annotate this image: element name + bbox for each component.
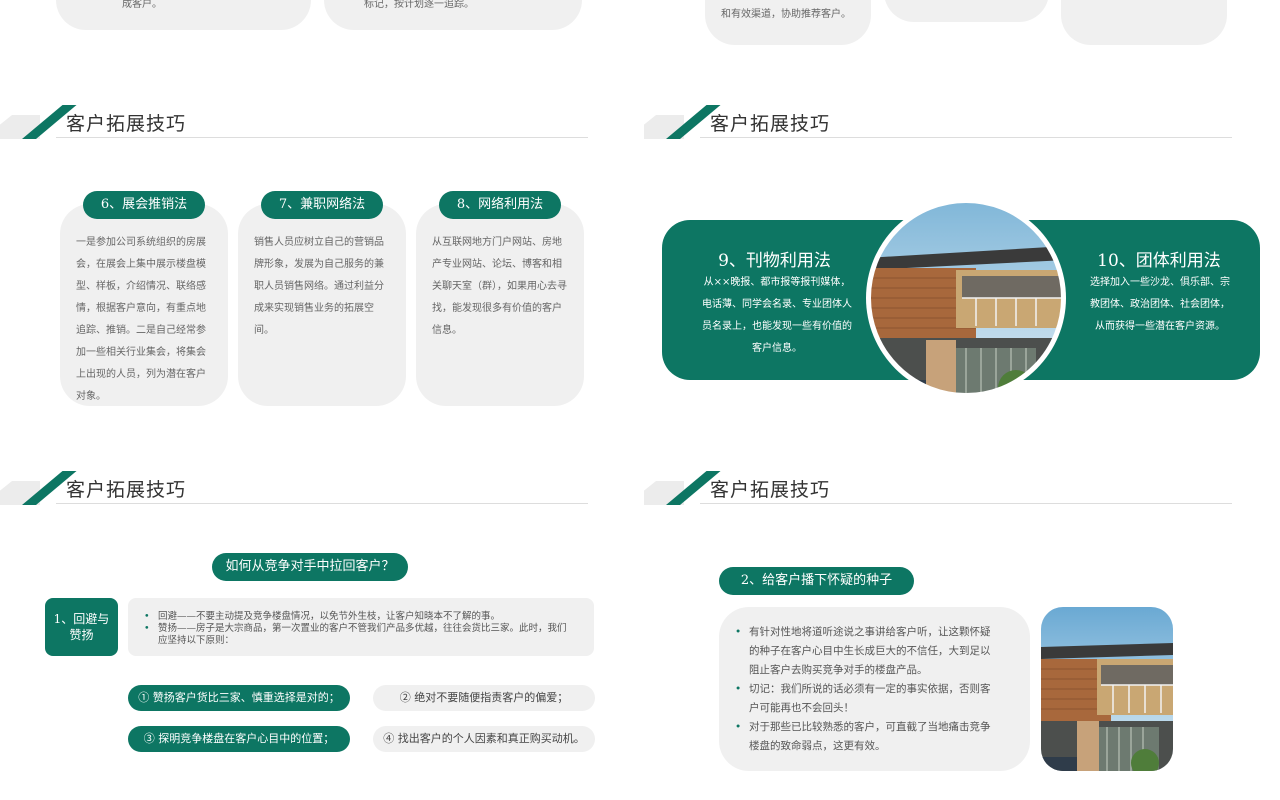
publication-body: 从××晚报、都市报等报刊媒体，电话薄、同学会名录、专业团体人员名录上，也能发现一… (702, 277, 852, 354)
method-tag-8: 8、网络利用法 (439, 191, 561, 219)
section-title: 客户拓展技巧 (66, 113, 187, 135)
building-photo-circle (866, 198, 1066, 398)
doubt-seed-tag: 2、给客户播下怀疑的种子 (719, 567, 914, 595)
publication-title: 9、刊物利用法 (718, 251, 831, 271)
top-left-card-1: 成客户。 (56, 0, 311, 30)
section-header-2: 客户拓展技巧 (644, 105, 1234, 145)
top-right-card-3 (1061, 0, 1227, 45)
principle-option-1: ① 赞扬客户货比三家、慎重选择是对的； (128, 685, 350, 711)
doubt-seed-card: 有针对性地将道听途说之事讲给客户听，让这颗怀疑的种子在客户心目中生长成巨大的不信… (719, 607, 1030, 771)
method-card-body: 销售人员应树立自己的营销品牌形象，发展为自己服务的兼职人员销售网络。通过利益分成… (254, 237, 384, 336)
section-title: 客户拓展技巧 (710, 479, 831, 501)
principle-option-4: ④ 找出客户的个人因素和真正购买动机。 (373, 726, 595, 752)
top-left-card-2-text: 标记，按计划逐一追踪。 (364, 0, 474, 10)
method-tag-7: 7、兼职网络法 (261, 191, 383, 219)
group-title: 10、团体利用法 (1097, 251, 1221, 271)
list-item: 回避——不要主动提及竞争楼盘情况，以免节外生枝，让客户知晓本不了解的事。 (144, 611, 574, 623)
group-body: 选择加入一些沙龙、俱乐部、宗教团体、政治团体、社会团体，从而获得一些潜在客户资源… (1090, 277, 1230, 332)
list-item: 切记：我们所说的话必须有一定的事实依据，否则客户可能再也不会回头！ (735, 680, 997, 718)
top-right-card-1: 和有效渠道，协助推荐客户。 (705, 0, 871, 45)
method-card-7: 销售人员应树立自己的营销品牌形象，发展为自己服务的兼职人员销售网络。通过利益分成… (238, 204, 406, 406)
section-title: 客户拓展技巧 (66, 479, 187, 501)
tag-avoid-and-praise: 1、回避与赞扬 (45, 598, 118, 656)
method-tag-6: 6、展会推销法 (83, 191, 205, 219)
avoid-praise-box: 回避——不要主动提及竞争楼盘情况，以免节外生枝，让客户知晓本不了解的事。 赞扬—… (128, 598, 594, 656)
method-card-body: 从互联网地方门户网站、房地产专业网站、论坛、博客和相关聊天室（群），如果用心去寻… (432, 237, 567, 336)
doubt-seed-list: 有针对性地将道听途说之事讲给客户听，让这颗怀疑的种子在客户心目中生长成巨大的不信… (735, 623, 997, 756)
method-card-6: 一是参加公司系统组织的房展会，在展会上集中展示楼盘模型、样板，介绍情况、联络感情… (60, 204, 228, 406)
top-left-card-1-text: 成客户。 (122, 0, 162, 10)
list-item: 有针对性地将道听途说之事讲给客户听，让这颗怀疑的种子在客户心目中生长成巨大的不信… (735, 623, 997, 680)
section-header-3: 客户拓展技巧 (0, 471, 590, 511)
top-right-card-2 (884, 0, 1049, 22)
principle-option-3: ③ 探明竞争楼盘在客户心目中的位置； (128, 726, 350, 752)
avoid-praise-list: 回避——不要主动提及竞争楼盘情况，以免节外生枝，让客户知晓本不了解的事。 赞扬—… (144, 611, 574, 647)
section-header-1: 客户拓展技巧 (0, 105, 590, 145)
section-title: 客户拓展技巧 (710, 113, 831, 135)
building-illustration (867, 199, 1065, 397)
list-item: 赞扬——房子是大宗商品，第一次置业的客户不管我们产品多优越，往往会货比三家。此时… (144, 623, 574, 647)
building-photo-rounded (1041, 607, 1173, 771)
section-header-4: 客户拓展技巧 (644, 471, 1234, 511)
top-right-card-1-text: 和有效渠道，协助推荐客户。 (721, 9, 851, 20)
list-item: 对于那些已比较熟悉的客户，可直截了当地痛击竞争楼盘的致命弱点，这更有效。 (735, 718, 997, 756)
tag-avoid-and-praise-label: 1、回避与赞扬 (53, 612, 110, 642)
building-illustration (1041, 607, 1173, 771)
top-left-card-2: 标记，按计划逐一追踪。 (324, 0, 582, 30)
question-banner: 如何从竞争对手中拉回客户？ (212, 553, 408, 581)
method-card-body: 一是参加公司系统组织的房展会，在展会上集中展示楼盘模型、样板，介绍情况、联络感情… (76, 237, 206, 402)
method-card-8: 从互联网地方门户网站、房地产专业网站、论坛、博客和相关聊天室（群），如果用心去寻… (416, 204, 584, 406)
principle-option-2: ② 绝对不要随便指责客户的偏爱； (373, 685, 595, 711)
